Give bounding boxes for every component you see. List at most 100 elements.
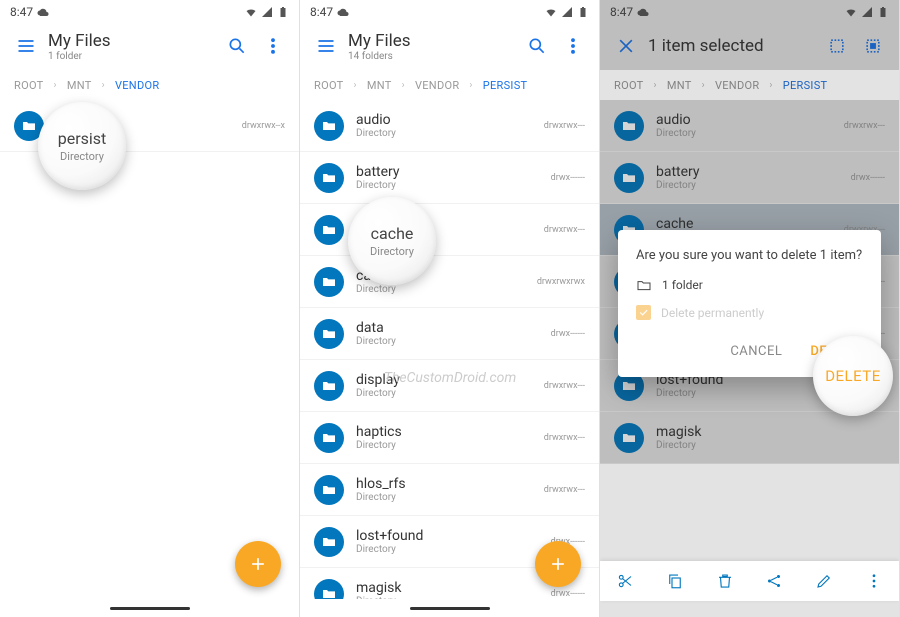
search-icon[interactable]	[519, 28, 555, 64]
breadcrumb-item[interactable]: ROOT	[14, 79, 44, 92]
folder-icon	[314, 527, 344, 557]
file-list: audioDirectorydrwxrwx---batteryDirectory…	[300, 100, 599, 599]
folder-icon	[314, 579, 344, 600]
signal-icon	[561, 6, 573, 18]
folder-icon	[314, 215, 344, 245]
overflow-icon[interactable]	[255, 28, 291, 64]
breadcrumb-item[interactable]: MNT	[67, 79, 92, 92]
item-name: audio	[656, 112, 832, 128]
overflow-icon[interactable]	[555, 28, 591, 64]
breadcrumb: ROOT › MNT › VENDOR	[0, 70, 299, 100]
item-name: battery	[656, 164, 839, 180]
copy-icon[interactable]	[657, 563, 693, 599]
item-type: Directory	[356, 128, 532, 139]
chevron-right-icon: ›	[54, 80, 57, 91]
select-all-icon[interactable]	[819, 28, 855, 64]
item-name: battery	[356, 164, 539, 180]
breadcrumb-item[interactable]: MNT	[367, 79, 392, 92]
item-type: Directory	[356, 492, 532, 503]
item-permissions: drwx------	[551, 173, 585, 183]
list-item[interactable]: magiskDirectory	[600, 412, 899, 464]
chevron-right-icon: ›	[102, 80, 105, 91]
item-type: Directory	[656, 388, 839, 399]
delete-button[interactable]: DELETE	[806, 338, 863, 365]
item-permissions: drwxrwx---	[544, 433, 585, 443]
chevron-right-icon: ›	[769, 80, 772, 91]
item-type: Directory	[356, 336, 539, 347]
nav-gesture-bar	[0, 599, 299, 617]
panel-persist: 8:47 My Files 14 folders ROOT›MNT›VENDOR…	[300, 0, 600, 617]
chevron-right-icon: ›	[702, 80, 705, 91]
list-item[interactable]: batteryDirectorydrwx------	[300, 152, 599, 204]
folder-icon	[314, 319, 344, 349]
list-item[interactable]: audioDirectory drwxrwx---	[300, 100, 599, 152]
battery-icon	[877, 6, 889, 18]
chevron-right-icon: ›	[402, 80, 405, 91]
folder-icon	[314, 475, 344, 505]
wifi-icon	[845, 6, 857, 18]
edit-icon[interactable]	[806, 563, 842, 599]
breadcrumb-item[interactable]: MNT	[667, 79, 692, 92]
cut-icon[interactable]	[607, 563, 643, 599]
list-item[interactable]: audioDirectorydrwxrwx---	[600, 100, 899, 152]
panel-delete: 8:47 1 item selected ROOT›MNT›VENDOR›PER…	[600, 0, 900, 617]
item-permissions: drwx------	[851, 381, 885, 391]
cancel-button[interactable]: CANCEL	[726, 338, 786, 365]
status-bar: 8:47	[0, 0, 299, 22]
folder-icon	[314, 111, 344, 141]
folder-icon	[614, 111, 644, 141]
list-item[interactable]: hlos_rfsDirectorydrwxrwx---	[300, 464, 599, 516]
breadcrumb-item[interactable]: VENDOR	[715, 79, 759, 92]
add-button[interactable]	[235, 541, 281, 587]
app-bar: My Files 14 folders	[300, 22, 599, 70]
page-title: My Files	[48, 31, 219, 51]
item-name: magisk	[356, 580, 539, 596]
item-name: display	[356, 372, 532, 388]
list-item[interactable]: dataDirectorydrwx------	[300, 308, 599, 360]
item-type: Directory	[56, 128, 230, 139]
breadcrumb-item[interactable]: ROOT	[314, 79, 344, 92]
breadcrumb-item[interactable]: PERSIST	[783, 79, 828, 92]
list-item[interactable]: cacheDirectorydrwxrwx---	[300, 204, 599, 256]
breadcrumb-item[interactable]: VENDOR	[115, 79, 159, 92]
status-bar: 8:47	[300, 0, 599, 22]
share-icon[interactable]	[756, 563, 792, 599]
close-icon[interactable]	[608, 28, 644, 64]
item-permissions: drwx------	[851, 173, 885, 183]
menu-icon[interactable]	[8, 28, 44, 64]
item-permissions: drwxrwx---	[844, 121, 885, 131]
list-item[interactable]: displayDirectorydrwxrwx---	[300, 360, 599, 412]
item-type: Directory	[356, 388, 532, 399]
item-type: Directory	[656, 440, 873, 451]
item-type: Directory	[656, 180, 839, 191]
list-item[interactable]: hapticsDirectorydrwxrwx---	[300, 412, 599, 464]
breadcrumb-item[interactable]: PERSIST	[483, 79, 528, 92]
overflow-icon[interactable]	[856, 563, 892, 599]
dialog-message: Are you sure you want to delete 1 item?	[636, 248, 863, 263]
list-item[interactable]: cameraDirectorydrwxrwxrwx	[300, 256, 599, 308]
breadcrumb-item[interactable]: ROOT	[614, 79, 644, 92]
item-name: persist	[56, 112, 230, 128]
delete-icon[interactable]	[707, 563, 743, 599]
folder-icon	[14, 111, 44, 141]
add-button[interactable]	[535, 541, 581, 587]
breadcrumb-item[interactable]: VENDOR	[415, 79, 459, 92]
item-permissions: drwxrwx--x	[242, 121, 285, 131]
item-type: Directory	[356, 440, 532, 451]
search-icon[interactable]	[219, 28, 255, 64]
page-title: My Files	[348, 31, 519, 51]
folder-icon	[314, 423, 344, 453]
status-time: 8:47	[310, 5, 333, 19]
menu-icon[interactable]	[308, 28, 344, 64]
item-name: audio	[356, 112, 532, 128]
folder-icon	[614, 423, 644, 453]
list-item[interactable]: persistDirectory drwxrwx--x	[0, 100, 299, 152]
wifi-icon	[245, 6, 257, 18]
delete-permanently-checkbox[interactable]: Delete permanently	[636, 305, 863, 320]
select-inverse-icon[interactable]	[855, 28, 891, 64]
signal-icon	[861, 6, 873, 18]
item-name: cache	[356, 216, 532, 232]
item-permissions: drwxrwx---	[544, 121, 585, 131]
item-name: data	[356, 320, 539, 336]
list-item[interactable]: batteryDirectory drwx------	[600, 152, 899, 204]
